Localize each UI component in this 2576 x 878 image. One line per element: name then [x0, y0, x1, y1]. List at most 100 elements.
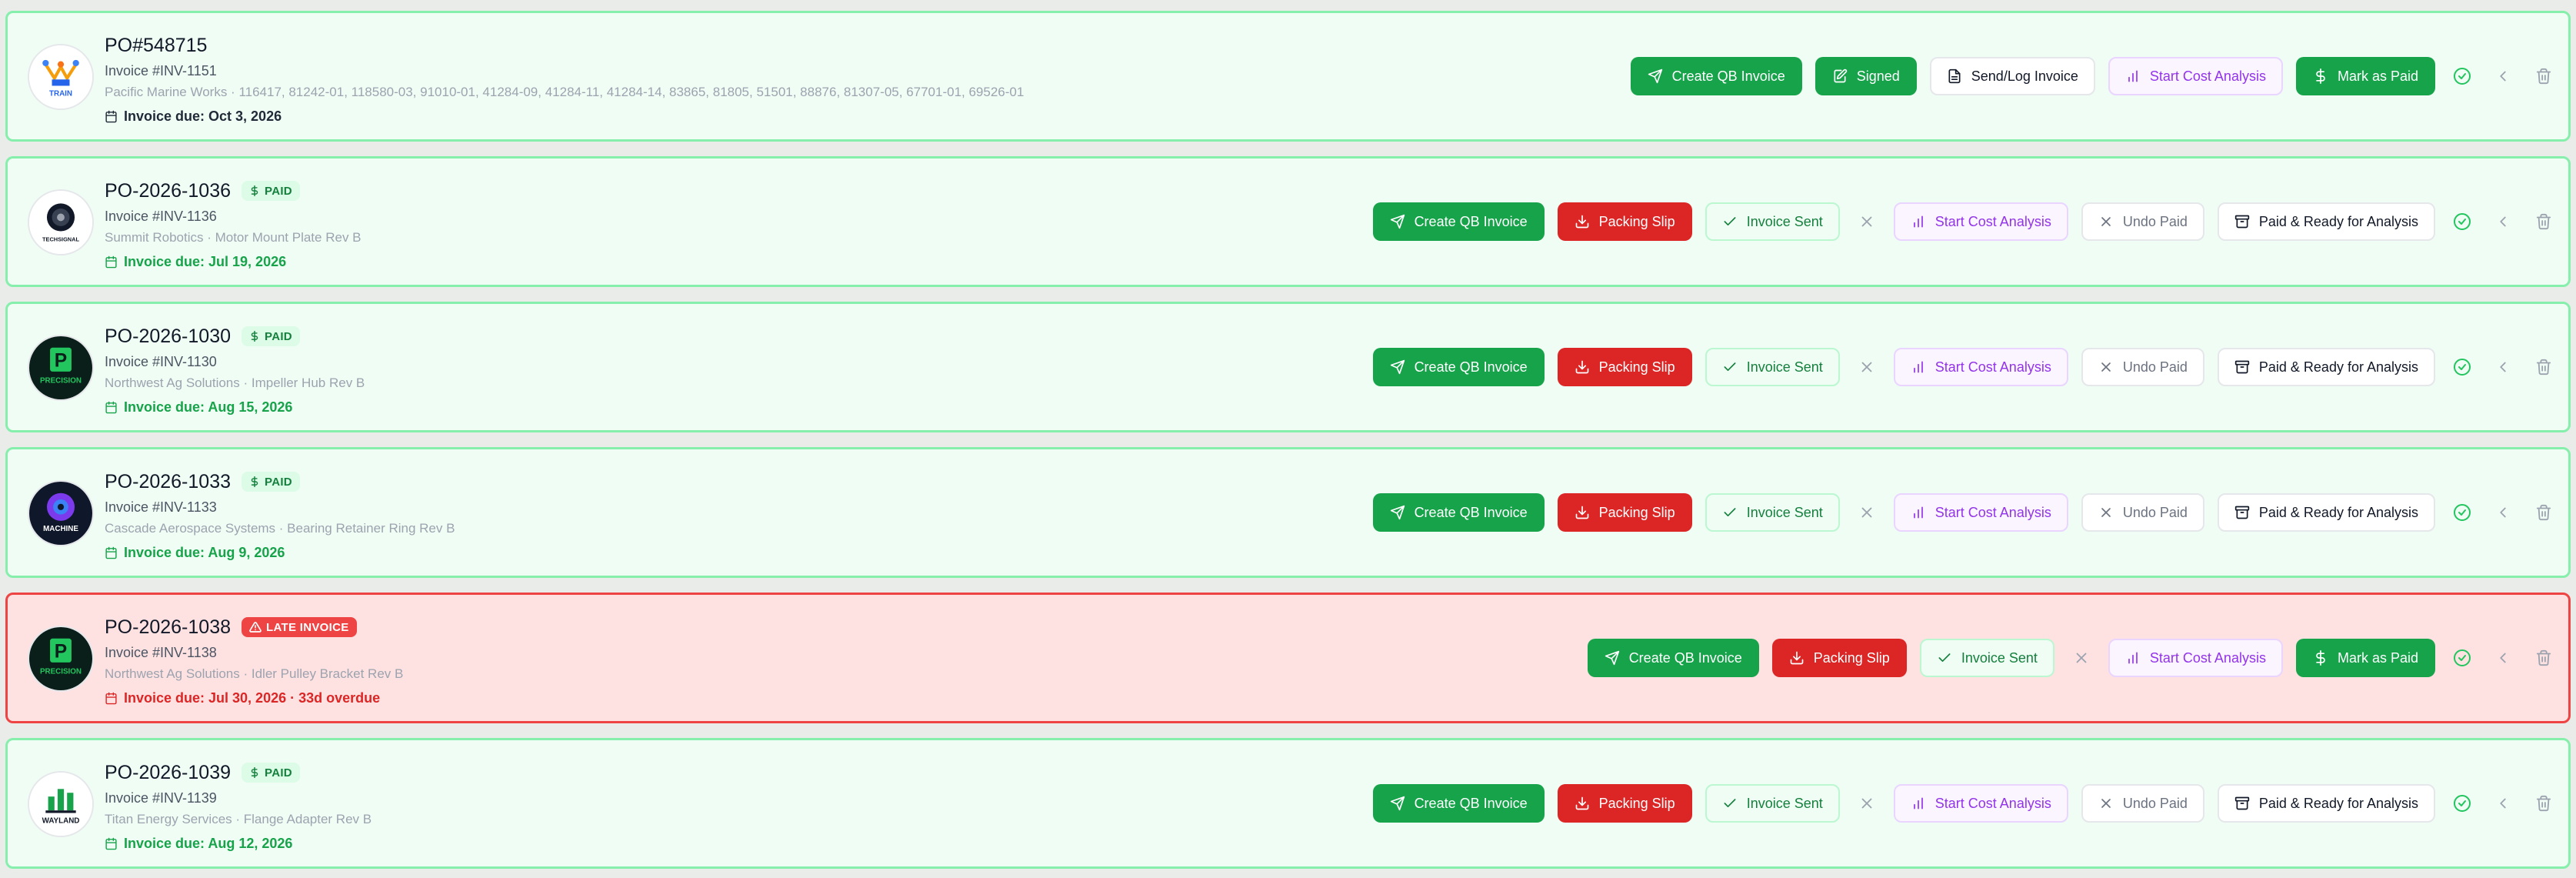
calendar-icon — [105, 255, 118, 269]
check-circle-icon[interactable] — [2448, 790, 2476, 817]
start-cost-analysis-button[interactable]: Start Cost Analysis — [2108, 57, 2283, 95]
svg-text:P: P — [55, 350, 67, 371]
po-card[interactable]: WAYLAND PO-2026-1039 PAID Invoice #INV-1139… — [5, 738, 2571, 869]
po-card[interactable]: TRAIN PO#548715 Invoice #INV-1151 Pacific M… — [5, 11, 2571, 142]
x-icon — [2098, 214, 2114, 229]
create-qb-invoice-button[interactable]: Create QB Invoice — [1372, 348, 1545, 386]
close-icon[interactable] — [2068, 644, 2095, 672]
alert-icon — [249, 621, 262, 633]
action-bar: Create QB Invoice Packing Slip Invoice Sen… — [1372, 449, 2558, 576]
trash-icon[interactable] — [2530, 644, 2558, 672]
calendar-icon — [105, 401, 118, 414]
invoice-due: Invoice due: Aug 9, 2026 — [105, 542, 1258, 563]
dollar-icon — [249, 476, 260, 487]
chevron-left-icon[interactable] — [2489, 499, 2517, 526]
invoice-sent-button[interactable]: Invoice Sent — [1705, 348, 1840, 386]
undo-paid-button[interactable]: Undo Paid — [2081, 493, 2204, 532]
chevron-left-icon[interactable] — [2489, 790, 2517, 817]
signed-button[interactable]: Signed — [1815, 57, 1917, 95]
trash-icon[interactable] — [2530, 353, 2558, 381]
check-icon — [1722, 505, 1738, 520]
po-card[interactable]: P PRECISION PO-2026-1038 LATE INVOICE Invoic… — [5, 593, 2571, 723]
invoice-sent-button[interactable]: Invoice Sent — [1705, 202, 1840, 241]
undo-paid-button[interactable]: Undo Paid — [2081, 348, 2204, 386]
check-circle-icon[interactable] — [2448, 644, 2476, 672]
check-circle-icon[interactable] — [2448, 62, 2476, 90]
trash-icon[interactable] — [2530, 208, 2558, 235]
send-icon — [1605, 650, 1620, 666]
undo-paid-button[interactable]: Undo Paid — [2081, 784, 2204, 823]
paid-and-ready-for-analysis-button[interactable]: Paid & Ready for Analysis — [2217, 202, 2435, 241]
check-circle-icon[interactable] — [2448, 499, 2476, 526]
check-circle-icon[interactable] — [2448, 208, 2476, 235]
start-cost-analysis-button[interactable]: Start Cost Analysis — [1893, 784, 2068, 823]
paid-badge: PAID — [242, 181, 300, 201]
create-qb-invoice-button[interactable]: Create QB Invoice — [1372, 493, 1545, 532]
mark-as-paid-button[interactable]: Mark as Paid — [2295, 57, 2435, 95]
po-card[interactable]: TECHSIGNAL PO-2026-1036 PAID Invoice #INV-1… — [5, 156, 2571, 287]
start-cost-analysis-button[interactable]: Start Cost Analysis — [1893, 202, 2068, 241]
create-qb-invoice-button[interactable]: Create QB Invoice — [1587, 639, 1759, 677]
download-icon — [1575, 214, 1590, 229]
undo-paid-button[interactable]: Undo Paid — [2081, 202, 2204, 241]
packing-slip-button[interactable]: Packing Slip — [1557, 493, 1692, 532]
paid-and-ready-for-analysis-button[interactable]: Paid & Ready for Analysis — [2217, 348, 2435, 386]
archive-icon — [2234, 796, 2250, 811]
po-card[interactable]: P PRECISION PO-2026-1030 PAID Invoice #INV-1… — [5, 302, 2571, 432]
paid-and-ready-for-analysis-button[interactable]: Paid & Ready for Analysis — [2217, 784, 2435, 823]
close-icon[interactable] — [1853, 499, 1881, 526]
svg-text:TRAIN: TRAIN — [49, 90, 72, 98]
create-qb-invoice-button[interactable]: Create QB Invoice — [1630, 57, 1802, 95]
po-card[interactable]: MACHINE PO-2026-1033 PAID Invoice #INV-1133… — [5, 447, 2571, 578]
send-log-invoice-button[interactable]: Send/Log Invoice — [1929, 57, 2095, 95]
action-bar: Create QB Invoice Packing Slip Invoice Sen… — [1372, 740, 2558, 866]
customer-description: Titan Energy Services · Flange Adapter R… — [105, 812, 372, 826]
customer-logo: TRAIN — [28, 44, 94, 110]
chevron-left-icon[interactable] — [2489, 208, 2517, 235]
packing-slip-button[interactable]: Packing Slip — [1557, 784, 1692, 823]
send-icon — [1390, 359, 1405, 375]
trash-icon[interactable] — [2530, 790, 2558, 817]
action-bar: Create QB Invoice Signed Send/Log Invoice S… — [1630, 13, 2558, 139]
customer-description: Cascade Aerospace Systems · Bearing Reta… — [105, 521, 455, 536]
svg-text:PRECISION: PRECISION — [40, 668, 82, 676]
download-icon — [1575, 359, 1590, 375]
trash-icon[interactable] — [2530, 499, 2558, 526]
chart-icon — [1911, 505, 1926, 520]
create-qb-invoice-button[interactable]: Create QB Invoice — [1372, 784, 1545, 823]
po-info: PO-2026-1038 LATE INVOICE Invoice #INV-113… — [105, 612, 1258, 708]
dollar-icon — [2313, 68, 2328, 84]
start-cost-analysis-button[interactable]: Start Cost Analysis — [1893, 348, 2068, 386]
close-icon[interactable] — [1853, 353, 1881, 381]
start-cost-analysis-button[interactable]: Start Cost Analysis — [2108, 639, 2283, 677]
trash-icon[interactable] — [2530, 62, 2558, 90]
po-number: PO#548715 — [105, 34, 208, 56]
invoice-sent-button[interactable]: Invoice Sent — [1705, 493, 1840, 532]
download-icon — [1575, 505, 1590, 520]
chart-icon — [1911, 214, 1926, 229]
close-icon[interactable] — [1853, 208, 1881, 235]
invoice-sent-button[interactable]: Invoice Sent — [1705, 784, 1840, 823]
action-bar: Create QB Invoice Packing Slip Invoice Sen… — [1587, 595, 2558, 721]
chevron-left-icon[interactable] — [2489, 644, 2517, 672]
create-qb-invoice-button[interactable]: Create QB Invoice — [1372, 202, 1545, 241]
customer-logo: P PRECISION — [28, 335, 94, 401]
customer-logo: MACHINE — [28, 480, 94, 546]
packing-slip-button[interactable]: Packing Slip — [1557, 348, 1692, 386]
paid-and-ready-for-analysis-button[interactable]: Paid & Ready for Analysis — [2217, 493, 2435, 532]
mark-as-paid-button[interactable]: Mark as Paid — [2295, 639, 2435, 677]
chevron-left-icon[interactable] — [2489, 62, 2517, 90]
late-invoice-badge: LATE INVOICE — [242, 617, 357, 637]
start-cost-analysis-button[interactable]: Start Cost Analysis — [1893, 493, 2068, 532]
x-icon — [2098, 505, 2114, 520]
invoice-sent-button[interactable]: Invoice Sent — [1919, 639, 2054, 677]
close-icon[interactable] — [1853, 790, 1881, 817]
svg-text:P: P — [55, 641, 67, 662]
packing-slip-button[interactable]: Packing Slip — [1557, 202, 1692, 241]
packing-slip-button[interactable]: Packing Slip — [1771, 639, 1907, 677]
check-icon — [1722, 359, 1738, 375]
check-circle-icon[interactable] — [2448, 353, 2476, 381]
purchase-order-list: TRAIN PO#548715 Invoice #INV-1151 Pacific M… — [0, 0, 2576, 878]
chevron-left-icon[interactable] — [2489, 353, 2517, 381]
customer-description: Northwest Ag Solutions · Idler Pulley Br… — [105, 666, 404, 681]
